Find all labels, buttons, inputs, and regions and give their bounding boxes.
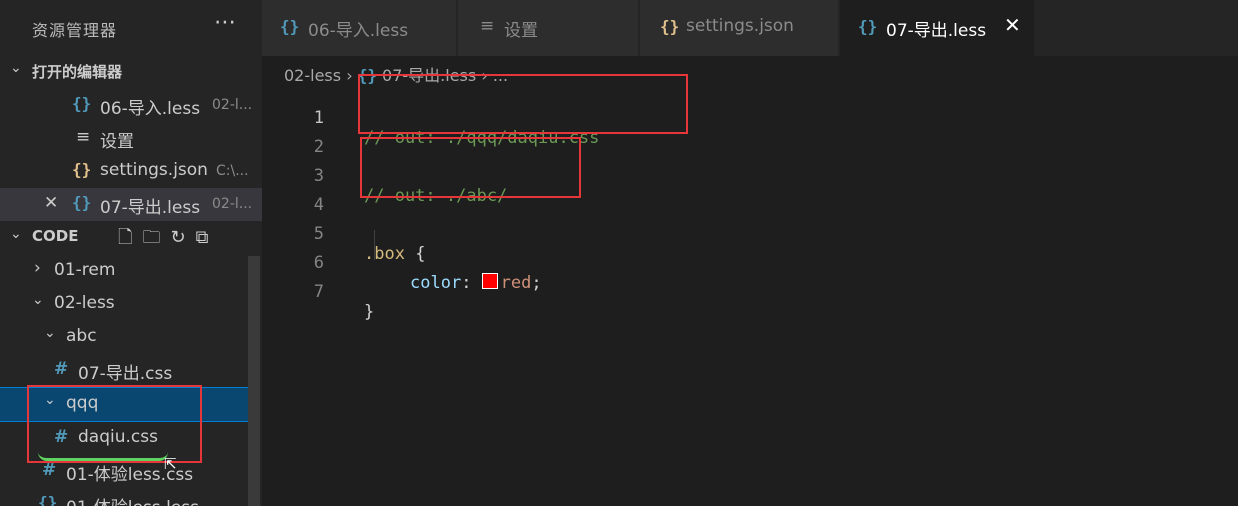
- tab-label: settings.json: [686, 16, 794, 36]
- mouse-cursor-icon: ⇱: [164, 455, 177, 473]
- open-editor-item[interactable]: {} 06-导入.less 02-l...: [0, 89, 262, 122]
- json-file-icon: {}: [72, 160, 92, 179]
- annotation-box-line1: [358, 74, 688, 134]
- open-editor-item[interactable]: ≡ 设置: [0, 122, 262, 155]
- settings-icon: ≡: [76, 127, 91, 147]
- less-file-icon: {}: [72, 193, 92, 212]
- open-editor-item[interactable]: {} settings.json C:\...: [0, 155, 262, 188]
- chevron-down-icon: ⌄: [10, 226, 22, 242]
- less-file-icon: {}: [72, 94, 92, 113]
- tree-item-label: 01-rem: [54, 260, 116, 280]
- new-folder-icon[interactable]: 🗀: [142, 227, 170, 248]
- open-editor-path: C:\...: [216, 163, 249, 179]
- tab-07-export-less[interactable]: {} 07-导出.less ✕: [840, 0, 1034, 56]
- open-editor-name: 设置: [100, 132, 134, 152]
- tab-06-import-less[interactable]: {} 06-导入.less: [262, 0, 456, 56]
- workspace-title: CODE: [32, 227, 79, 245]
- open-editor-name: 07-导出.less: [100, 198, 201, 218]
- indent-guide: [374, 230, 375, 260]
- chevron-down-icon: ⌄: [10, 60, 22, 76]
- workspace-section-header[interactable]: ⌄ CODE 🗋🗀↻⧉: [0, 222, 262, 255]
- tree-item-label: abc: [66, 326, 97, 346]
- less-file-icon: {}: [858, 17, 878, 36]
- tab-label: 06-导入.less: [308, 21, 409, 41]
- code-brace: }: [364, 302, 375, 322]
- open-editor-name: 06-导入.less: [100, 99, 201, 119]
- collapse-all-icon[interactable]: ⧉: [196, 227, 219, 248]
- css-file-icon: #: [42, 460, 57, 480]
- explorer-toolbar: 🗋🗀↻⧉: [118, 225, 218, 255]
- tree-item-file[interactable]: {} 01-体验less.less: [0, 488, 262, 506]
- annotation-underline: [38, 452, 168, 461]
- tree-item-label: 01-体验less.less: [66, 493, 199, 506]
- chevron-down-icon: ⌄: [44, 325, 56, 341]
- editor-tab-bar: {} 06-导入.less ≡ 设置 {} settings.json {} 0…: [262, 0, 1238, 56]
- json-file-icon: {}: [660, 17, 680, 36]
- close-icon[interactable]: ✕: [44, 193, 58, 213]
- tab-label: 07-导出.less: [886, 21, 987, 41]
- code-line[interactable]: 6 color: red;: [262, 233, 1238, 293]
- chevron-right-icon: ›: [346, 66, 353, 85]
- annotation-box-line3: [360, 137, 581, 198]
- open-editor-path: 02-l...: [212, 97, 253, 113]
- close-icon[interactable]: ✕: [1004, 13, 1021, 37]
- tree-item-file[interactable]: # 07-导出.css: [0, 354, 262, 387]
- settings-icon: ≡: [480, 16, 495, 36]
- css-file-icon: #: [54, 359, 69, 379]
- chevron-down-icon: ⌄: [32, 292, 44, 308]
- tab-settings-json[interactable]: {} settings.json: [640, 0, 838, 56]
- chevron-right-icon: ›: [34, 258, 41, 278]
- code-line[interactable]: 5 .box {: [262, 204, 1238, 264]
- tree-item-folder[interactable]: › 01-rem: [0, 255, 262, 288]
- sidebar-scrollbar[interactable]: [248, 256, 260, 506]
- line-number: 7: [313, 282, 324, 302]
- less-file-icon: {}: [38, 493, 58, 506]
- open-editors-section-header[interactable]: ⌄ 打开的编辑器: [0, 56, 262, 89]
- open-editor-name: settings.json: [100, 160, 208, 180]
- open-editor-path: 02-l...: [212, 196, 253, 212]
- less-file-icon: {}: [280, 17, 300, 36]
- breadcrumb-folder[interactable]: 02-less: [284, 66, 341, 85]
- tree-item-folder[interactable]: ⌄ abc: [0, 321, 262, 354]
- more-actions-icon[interactable]: ⋯: [214, 10, 236, 35]
- open-editors-title: 打开的编辑器: [32, 63, 123, 81]
- tab-label: 设置: [504, 21, 538, 41]
- refresh-icon[interactable]: ↻: [170, 227, 195, 248]
- explorer-header: 资源管理器 ⋯: [0, 0, 262, 56]
- tree-item-label: 07-导出.css: [78, 364, 173, 384]
- new-file-icon[interactable]: 🗋: [118, 227, 142, 248]
- tree-item-folder[interactable]: ⌄ 02-less: [0, 288, 262, 321]
- tree-item-label: 02-less: [54, 293, 115, 313]
- explorer-title: 资源管理器: [32, 21, 118, 40]
- tab-settings[interactable]: ≡ 设置: [458, 0, 638, 56]
- open-editor-item-active[interactable]: ✕ {} 07-导出.less 02-l...: [0, 188, 262, 221]
- code-line[interactable]: 7 }: [262, 262, 1238, 322]
